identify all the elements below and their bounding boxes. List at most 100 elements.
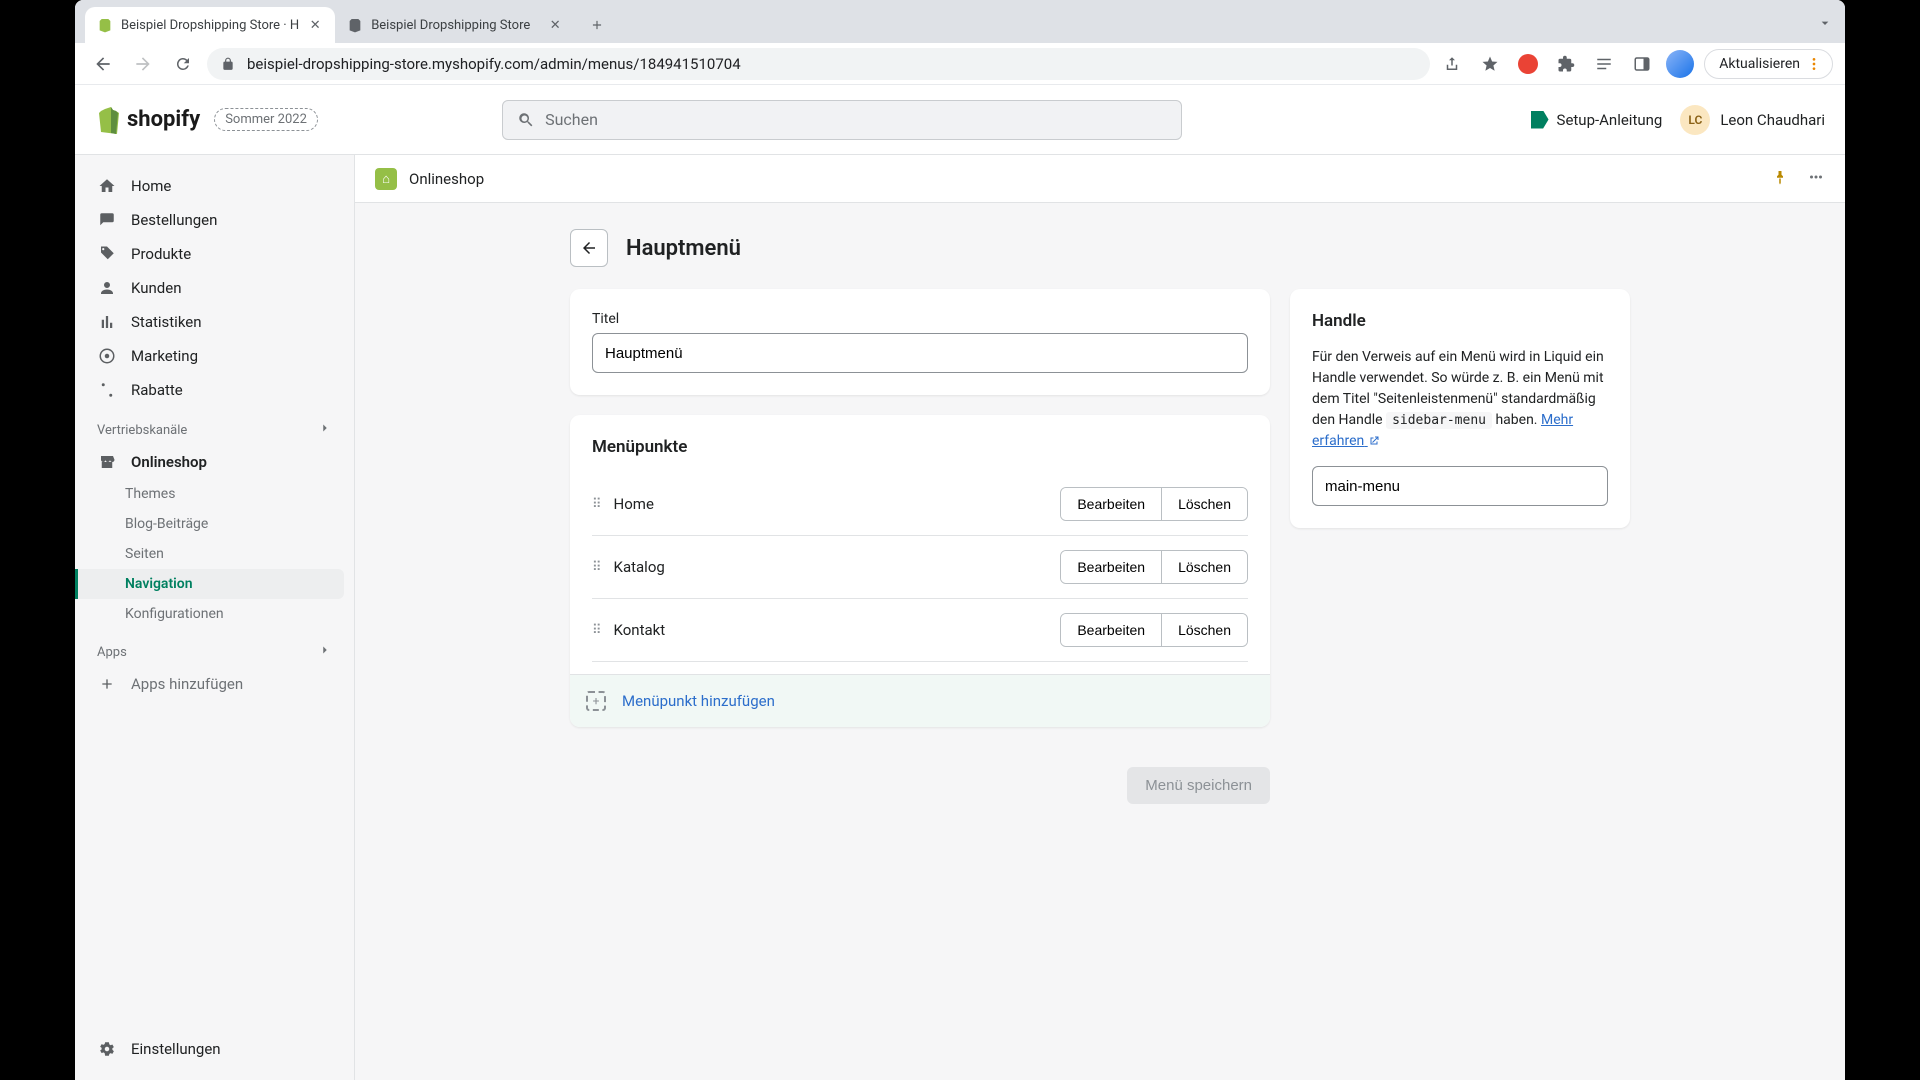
- sidebar-item-analytics[interactable]: Statistiken: [85, 305, 344, 339]
- save-menu-button[interactable]: Menü speichern: [1127, 767, 1270, 804]
- onlineshop-icon: ⌂: [375, 168, 397, 190]
- drag-handle-icon[interactable]: ⠿: [592, 497, 600, 512]
- menu-item-name: Home: [614, 495, 1061, 513]
- more-icon[interactable]: [1807, 168, 1825, 190]
- tab-list-dropdown-icon[interactable]: [1817, 15, 1833, 35]
- person-icon: [97, 278, 117, 298]
- browser-tab-strip: Beispiel Dropshipping Store · H ✕ Beispi…: [75, 0, 1845, 43]
- delete-button[interactable]: Löschen: [1162, 551, 1247, 583]
- flag-icon: [1531, 111, 1549, 129]
- menu-item-row: ⠿ Kontakt Bearbeiten Löschen: [592, 599, 1248, 662]
- sidebar-item-discounts[interactable]: Rabatte: [85, 373, 344, 407]
- menu-items-heading: Menüpunkte: [592, 437, 1248, 457]
- lock-icon: [221, 57, 235, 71]
- edit-button[interactable]: Bearbeiten: [1061, 551, 1162, 583]
- share-icon[interactable]: [1438, 50, 1466, 78]
- tab-title: Beispiel Dropshipping Store: [371, 18, 530, 33]
- extension-red-icon[interactable]: [1514, 50, 1542, 78]
- external-link-icon: [1368, 435, 1380, 447]
- search-placeholder: Suchen: [545, 110, 598, 129]
- menu-items-card: Menüpunkte ⠿ Home Bearbeiten Löschen: [570, 415, 1270, 727]
- chevron-right-icon[interactable]: [318, 643, 332, 661]
- browser-tab[interactable]: Beispiel Dropshipping Store ✕: [335, 7, 575, 43]
- update-button[interactable]: Aktualisieren: [1704, 49, 1833, 79]
- sidebar-item-orders[interactable]: Bestellungen: [85, 203, 344, 237]
- user-name: Leon Chaudhari: [1720, 111, 1825, 129]
- sidebar-item-customers[interactable]: Kunden: [85, 271, 344, 305]
- sub-header: ⌂ Onlineshop: [355, 155, 1845, 203]
- tag-icon: [97, 244, 117, 264]
- close-icon[interactable]: ✕: [307, 17, 323, 33]
- home-icon: [97, 176, 117, 196]
- user-menu[interactable]: LC Leon Chaudhari: [1680, 105, 1825, 135]
- shopify-logo[interactable]: shopify: [95, 106, 200, 134]
- delete-button[interactable]: Löschen: [1162, 614, 1247, 646]
- forward-icon: [127, 48, 159, 80]
- sidebar-item-products[interactable]: Produkte: [85, 237, 344, 271]
- content-area: ⌂ Onlineshop Hauptmenü Titel: [355, 155, 1845, 1080]
- season-badge: Sommer 2022: [214, 108, 318, 131]
- profile-avatar[interactable]: [1666, 50, 1694, 78]
- add-menu-item-button[interactable]: + Menüpunkt hinzufügen: [570, 674, 1270, 727]
- sidebar-item-settings[interactable]: Einstellungen: [85, 1032, 344, 1066]
- pin-icon[interactable]: [1771, 168, 1789, 190]
- sidebar-item-blog[interactable]: Blog-Beiträge: [85, 509, 344, 539]
- back-button[interactable]: [570, 229, 608, 267]
- add-box-icon: +: [586, 691, 606, 711]
- sidebar-item-navigation[interactable]: Navigation: [75, 569, 344, 599]
- chevron-right-icon[interactable]: [318, 421, 332, 439]
- sidebar-item-home[interactable]: Home: [85, 169, 344, 203]
- page-title: Hauptmenü: [626, 236, 741, 261]
- sidebar-item-add-apps[interactable]: Apps hinzufügen: [85, 667, 344, 701]
- section-apps: Apps: [85, 629, 344, 667]
- title-card: Titel: [570, 289, 1270, 395]
- reading-list-icon[interactable]: [1590, 50, 1618, 78]
- browser-toolbar: beispiel-dropshipping-store.myshopify.co…: [75, 43, 1845, 85]
- field-label-title: Titel: [592, 311, 1248, 327]
- store-icon: [97, 452, 117, 472]
- sidebar-item-marketing[interactable]: Marketing: [85, 339, 344, 373]
- menu-item-row: ⠿ Home Bearbeiten Löschen: [592, 473, 1248, 536]
- reload-icon[interactable]: [167, 48, 199, 80]
- sidebar: Home Bestellungen Produkte Kunden Statis…: [75, 155, 355, 1080]
- search-input[interactable]: Suchen: [502, 100, 1182, 140]
- shopify-bag-icon: [95, 106, 121, 134]
- handle-description: Für den Verweis auf ein Menü wird in Liq…: [1312, 347, 1608, 452]
- handle-heading: Handle: [1312, 311, 1608, 331]
- bookmark-icon[interactable]: [1476, 50, 1504, 78]
- target-icon: [97, 346, 117, 366]
- handle-input[interactable]: [1312, 466, 1608, 506]
- menu-item-row: ⠿ Katalog Bearbeiten Löschen: [592, 536, 1248, 599]
- drag-handle-icon[interactable]: ⠿: [592, 560, 600, 575]
- sidebar-item-preferences[interactable]: Konfigurationen: [85, 599, 344, 629]
- percent-icon: [97, 380, 117, 400]
- menu-item-name: Katalog: [614, 558, 1061, 576]
- search-icon: [517, 111, 535, 129]
- delete-button[interactable]: Löschen: [1162, 488, 1247, 520]
- section-channels: Vertriebskanäle: [85, 407, 344, 445]
- favicon-shopify-icon: [97, 17, 113, 33]
- breadcrumb: Onlineshop: [409, 170, 484, 188]
- new-tab-button[interactable]: [583, 11, 611, 39]
- url-text: beispiel-dropshipping-store.myshopify.co…: [247, 55, 741, 73]
- favicon-shopify-icon: [347, 17, 363, 33]
- address-bar[interactable]: beispiel-dropshipping-store.myshopify.co…: [207, 48, 1430, 80]
- menu-item-name: Kontakt: [614, 621, 1061, 639]
- back-icon[interactable]: [87, 48, 119, 80]
- app-header: shopify Sommer 2022 Suchen Setup-Anleitu…: [75, 85, 1845, 155]
- extensions-icon[interactable]: [1552, 50, 1580, 78]
- edit-button[interactable]: Bearbeiten: [1061, 614, 1162, 646]
- more-icon: [1806, 56, 1822, 72]
- orders-icon: [97, 210, 117, 230]
- sidebar-item-onlineshop[interactable]: Onlineshop: [85, 445, 344, 479]
- close-icon[interactable]: ✕: [547, 17, 563, 33]
- browser-tab[interactable]: Beispiel Dropshipping Store · H ✕: [85, 7, 335, 43]
- sidebar-item-pages[interactable]: Seiten: [85, 539, 344, 569]
- edit-button[interactable]: Bearbeiten: [1061, 488, 1162, 520]
- setup-guide-link[interactable]: Setup-Anleitung: [1531, 111, 1663, 129]
- side-panel-icon[interactable]: [1628, 50, 1656, 78]
- title-input[interactable]: [592, 333, 1248, 373]
- drag-handle-icon[interactable]: ⠿: [592, 623, 600, 638]
- sidebar-item-themes[interactable]: Themes: [85, 479, 344, 509]
- plus-icon: [97, 674, 117, 694]
